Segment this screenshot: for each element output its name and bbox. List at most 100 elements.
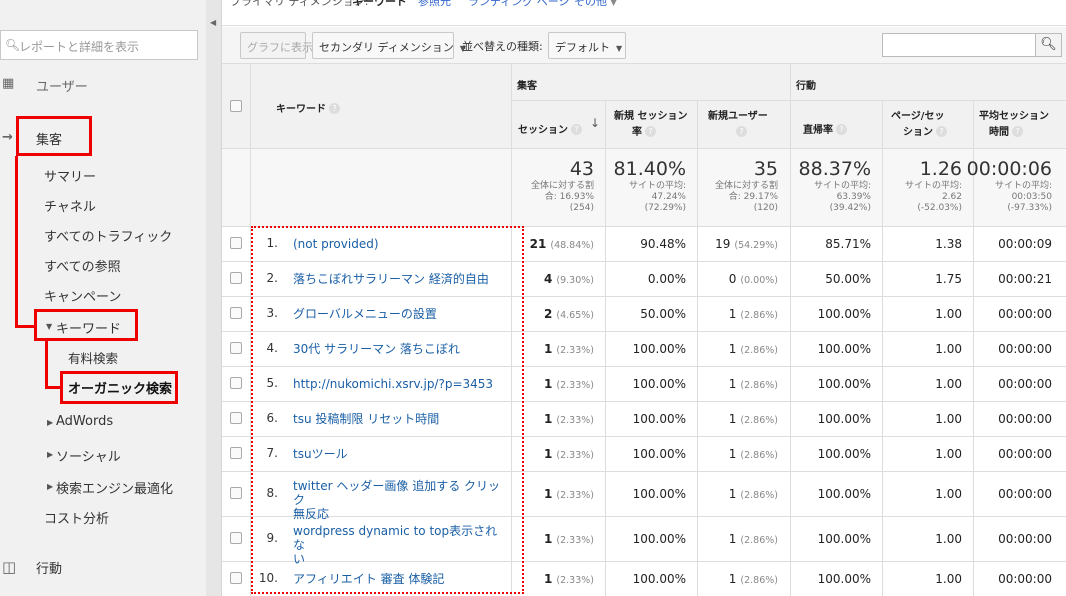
sidebar: 🔍︎ レポートと詳細を表示 ▦ ユーザー → 集客 サマリー チャネル すべての… <box>0 0 206 596</box>
total-new-sessions: 81.40% <box>613 158 686 180</box>
help-icon: ? <box>936 126 947 137</box>
tab-other[interactable]: その他 ▼ <box>574 0 617 9</box>
bounce-rate-cell: 100.00% <box>817 412 871 426</box>
sidebar-item-social[interactable]: ソーシャル <box>56 446 121 465</box>
help-icon: ? <box>571 124 582 135</box>
sessions-cell: 1 (2.33%) <box>544 447 594 461</box>
total-pages-per-session: 1.26 <box>919 158 962 180</box>
total-sessions: 43 <box>569 158 594 180</box>
sessions-cell: 1 (2.33%) <box>544 572 594 586</box>
help-icon: ? <box>645 126 656 137</box>
chevron-down-icon: ▼ <box>616 44 623 53</box>
row-checkbox[interactable] <box>230 447 242 459</box>
tab-referral-source[interactable]: 参照元 <box>418 0 451 9</box>
behavior-icon: ◫ <box>2 558 17 576</box>
bounce-rate-column-header[interactable]: 直帰率? <box>803 121 847 136</box>
pages-per-session-cell: 1.00 <box>935 487 962 501</box>
row-checkbox[interactable] <box>230 342 242 354</box>
connector-line <box>45 341 48 388</box>
sidebar-item-cost-analysis[interactable]: コスト分析 <box>44 508 109 527</box>
new-users-cell: 1 (2.86%) <box>728 487 778 501</box>
sidebar-item-campaigns[interactable]: キャンペーン <box>44 286 121 305</box>
avg-session-duration-cell: 00:00:00 <box>998 342 1052 356</box>
sessions-cell: 1 (2.33%) <box>544 342 594 356</box>
tab-landing-page[interactable]: ランディング ページ <box>468 0 570 9</box>
new-sessions-column-header[interactable]: 新規 セッション率? <box>614 109 687 141</box>
table-filter-search-button[interactable]: 🔍︎ <box>1035 33 1062 57</box>
sidebar-item-seo[interactable]: 検索エンジン最適化 <box>56 478 173 497</box>
sidebar-item-all-traffic[interactable]: すべてのトラフィック <box>44 226 172 245</box>
new-users-cell: 1 (2.86%) <box>728 342 778 356</box>
new-users-cell: 1 (2.86%) <box>728 377 778 391</box>
bounce-rate-cell: 100.00% <box>817 572 871 586</box>
sidebar-item-channels[interactable]: チャネル <box>44 196 96 215</box>
pages-per-session-cell: 1.00 <box>935 307 962 321</box>
table-filter-input[interactable] <box>882 33 1038 57</box>
avg-session-duration-cell: 00:00:00 <box>998 532 1052 546</box>
new-sessions-cell: 100.00% <box>632 377 686 391</box>
avg-session-duration-cell: 00:00:00 <box>998 487 1052 501</box>
sessions-cell: 1 (2.33%) <box>544 412 594 426</box>
avg-session-duration-cell: 00:00:00 <box>998 307 1052 321</box>
sidebar-collapse-handle[interactable]: ◀ <box>206 0 222 596</box>
total-new-users: 35 <box>753 158 778 180</box>
pages-per-session-cell: 1.00 <box>935 342 962 356</box>
new-sessions-cell: 100.00% <box>632 487 686 501</box>
connector-line <box>15 156 18 327</box>
avg-session-duration-cell: 00:00:00 <box>998 377 1052 391</box>
new-users-cell: 0 (0.00%) <box>728 272 778 286</box>
pages-per-session-cell: 1.00 <box>935 532 962 546</box>
sessions-column-header[interactable]: セッション? <box>518 121 582 136</box>
secondary-dimension-select[interactable]: セカンダリ ディメンション ▼ <box>312 32 466 59</box>
bounce-rate-cell: 50.00% <box>825 272 871 286</box>
sidebar-item-all-referrals[interactable]: すべての参照 <box>44 256 121 275</box>
new-users-cell: 1 (2.86%) <box>728 572 778 586</box>
acquisition-icon: → <box>2 130 13 145</box>
pages-per-session-cell: 1.00 <box>935 447 962 461</box>
select-all-checkbox[interactable] <box>230 100 242 112</box>
row-checkbox[interactable] <box>230 272 242 284</box>
total-new-sessions-sub: サイトの平均: 47.24% (72.29%) <box>628 181 686 213</box>
acquisition-group-header: 集客 <box>517 81 537 92</box>
bounce-rate-cell: 100.00% <box>817 487 871 501</box>
help-icon: ? <box>836 124 847 135</box>
sidebar-item-users[interactable]: ユーザー <box>36 76 88 95</box>
row-checkbox[interactable] <box>230 532 242 544</box>
table-toolbar: グラフに表示 セカンダリ ディメンション ▼ 並べ替えの種類: デフォルト ▼ 🔍︎ <box>222 27 1066 64</box>
total-bounce-rate-sub: サイトの平均: 63.39% (39.42%) <box>813 181 871 213</box>
highlight-box <box>16 116 92 156</box>
sort-type-select[interactable]: デフォルト ▼ <box>548 32 626 59</box>
avg-session-duration-cell: 00:00:00 <box>998 412 1052 426</box>
report-search-placeholder: レポートと詳細を表示 <box>19 40 140 54</box>
bounce-rate-cell: 85.71% <box>825 237 871 251</box>
new-sessions-cell: 100.00% <box>632 412 686 426</box>
tab-keyword[interactable]: キーワード <box>352 0 407 9</box>
sidebar-item-behavior[interactable]: 行動 <box>36 558 62 577</box>
dimension-tabs: プライマリ ディメンション: キーワード 参照元 ランディング ページ その他 … <box>222 0 1066 26</box>
row-checkbox[interactable] <box>230 377 242 389</box>
avg-session-duration-column-header[interactable]: 平均セッション 時間? <box>979 109 1049 141</box>
expand-right-icon: ▶ <box>47 450 54 459</box>
sidebar-item-adwords[interactable]: AdWords <box>56 414 113 429</box>
new-users-cell: 1 (2.86%) <box>728 532 778 546</box>
total-bounce-rate: 88.37% <box>798 158 871 180</box>
avg-session-duration-cell: 00:00:21 <box>998 272 1052 286</box>
behavior-group-header: 行動 <box>796 81 816 92</box>
row-checkbox[interactable] <box>230 237 242 249</box>
sort-type-label: 並べ替えの種類: <box>462 40 543 53</box>
row-checkbox[interactable] <box>230 307 242 319</box>
new-users-cell: 1 (2.86%) <box>728 412 778 426</box>
pages-per-session-column-header[interactable]: ページ/セッ ション? <box>891 109 947 141</box>
plot-rows-button[interactable]: グラフに表示 <box>240 32 313 59</box>
row-checkbox[interactable] <box>230 412 242 424</box>
sidebar-item-paid-search[interactable]: 有料検索 <box>68 348 118 367</box>
total-avg-session-duration-sub: サイトの平均: 00:03:50 (-97.33%) <box>994 181 1052 213</box>
row-checkbox[interactable] <box>230 572 242 584</box>
help-icon: ? <box>1012 126 1023 137</box>
new-users-column-header[interactable]: 新規ユーザー? <box>708 109 768 141</box>
chevron-down-icon: ▼ <box>610 0 617 7</box>
row-checkbox[interactable] <box>230 487 242 499</box>
sidebar-item-summary[interactable]: サマリー <box>44 166 96 185</box>
report-search-input[interactable]: 🔍︎ レポートと詳細を表示 <box>0 30 198 60</box>
keyword-column-header[interactable]: キーワード? <box>276 100 340 115</box>
